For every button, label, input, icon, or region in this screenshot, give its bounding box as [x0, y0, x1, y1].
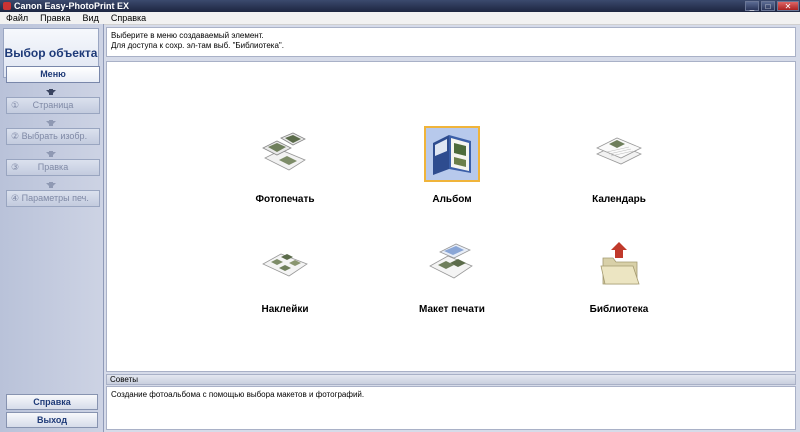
app-icon: [3, 2, 11, 10]
tips-text: Создание фотоальбома с помощью выбора ма…: [106, 386, 796, 430]
photo-print-icon: [257, 126, 313, 182]
exit-button[interactable]: Выход: [6, 412, 98, 428]
step-label: Правка: [37, 162, 69, 172]
step-print-settings-button[interactable]: ④ Параметры печ.: [6, 190, 100, 207]
arrow-down-icon: [46, 89, 56, 95]
calendar-icon: [591, 126, 647, 182]
arrow-down-icon: [46, 182, 56, 188]
close-icon[interactable]: ✕: [777, 1, 799, 11]
menu-item-stickers[interactable]: Наклейки: [225, 236, 345, 320]
menu-item-photo-print[interactable]: Фотопечать: [225, 126, 345, 210]
menu-help[interactable]: Справка: [105, 12, 152, 24]
instruction-line: Для доступа к сохр. эл-там выб. "Библиот…: [111, 41, 284, 50]
minimize-icon[interactable]: _: [745, 1, 759, 11]
instruction-line: Выберите в меню создаваемый элемент.: [111, 31, 264, 40]
maximize-icon[interactable]: □: [761, 1, 775, 11]
menu-view[interactable]: Вид: [77, 12, 105, 24]
menu-area: Фотопечать Альбом Календарь Наклейки Мак…: [106, 61, 796, 372]
step-label: Меню: [40, 69, 66, 79]
menu-item-calendar[interactable]: Календарь: [559, 126, 679, 210]
step-label: ② Выбрать изобр.: [11, 131, 88, 141]
menu-item-album[interactable]: Альбом: [392, 126, 512, 210]
menu-item-label: Альбом: [432, 194, 472, 205]
stickers-icon: [257, 236, 313, 292]
album-icon: [424, 126, 480, 182]
menu-item-label: Библиотека: [589, 304, 649, 315]
menu-item-label: Макет печати: [419, 304, 485, 315]
library-folder-icon: [591, 236, 647, 292]
menu-item-label: Фотопечать: [255, 194, 315, 205]
menu-item-library[interactable]: Библиотека: [559, 236, 679, 320]
tips-header: Советы: [106, 374, 796, 385]
layout-print-icon: [424, 236, 480, 292]
step-label: ④ Параметры печ.: [11, 193, 89, 203]
menu-item-label: Наклейки: [261, 304, 309, 315]
arrow-down-icon: [46, 120, 56, 126]
menu-item-label: Календарь: [592, 194, 646, 205]
step-menu-button[interactable]: Меню: [6, 66, 100, 83]
help-button[interactable]: Справка: [6, 394, 98, 410]
instruction-box: Выберите в меню создаваемый элемент. Для…: [106, 27, 796, 57]
left-panel: Выбор объекта Меню ① Страница ② Выбрать …: [0, 24, 104, 432]
arrow-down-icon: [46, 151, 56, 157]
menu-bar: Файл Правка Вид Справка: [0, 12, 800, 25]
window-controls: _ □ ✕: [744, 0, 800, 12]
window-title: Canon Easy-PhotoPrint EX: [14, 1, 130, 11]
step-page-button[interactable]: ① Страница: [6, 97, 100, 114]
menu-item-layout-print[interactable]: Макет печати: [392, 236, 512, 320]
step-edit-button[interactable]: ③ Правка: [6, 159, 100, 176]
menu-edit[interactable]: Правка: [34, 12, 76, 24]
step-select-images-button[interactable]: ② Выбрать изобр.: [6, 128, 100, 145]
title-bar: Canon Easy-PhotoPrint EX _ □ ✕: [0, 0, 800, 12]
menu-file[interactable]: Файл: [0, 12, 34, 24]
step-label: Страница: [32, 100, 74, 110]
